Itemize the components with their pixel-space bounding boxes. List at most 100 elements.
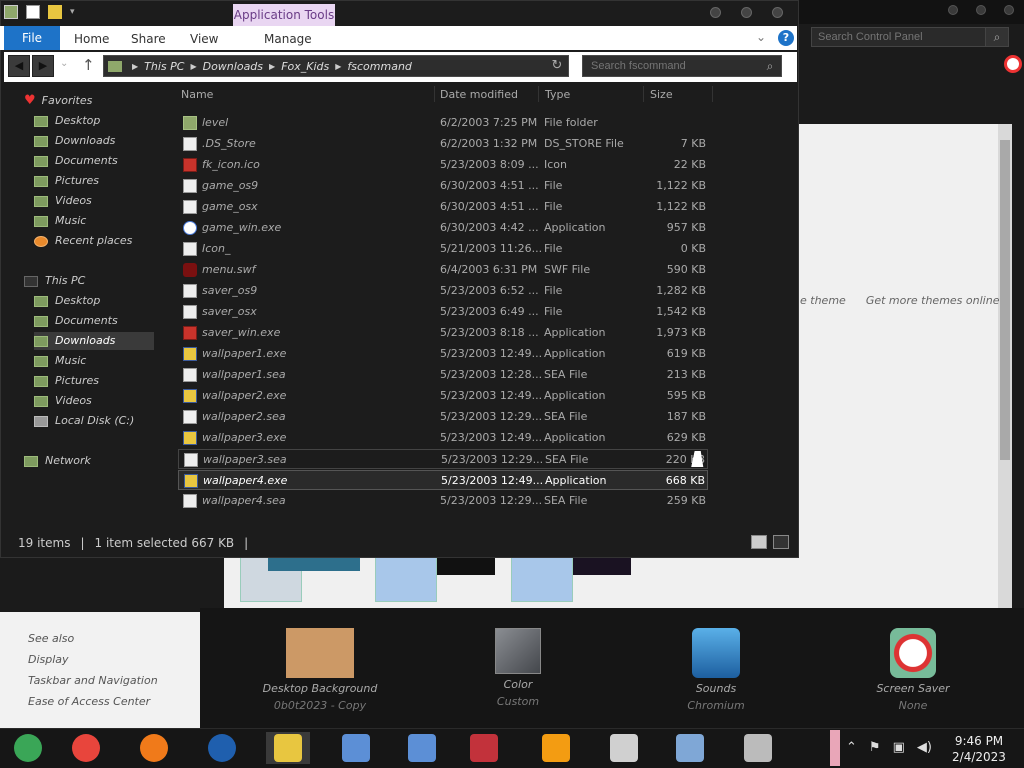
file-row[interactable]: wallpaper4.exe 5/23/2003 12:49... Applicat… — [178, 470, 708, 490]
tab-file[interactable]: File — [4, 26, 60, 50]
taskbar-button[interactable] — [602, 732, 646, 764]
tab-view[interactable]: View — [190, 26, 218, 50]
minimize-icon[interactable] — [710, 7, 721, 18]
chevron-down-icon[interactable]: ▾ — [70, 5, 78, 19]
file-row[interactable]: game_win.exe 6/30/2003 4:42 ... Applicatio… — [178, 218, 708, 238]
taskbar-button[interactable] — [266, 732, 310, 764]
breadcrumb-separator-icon[interactable]: ▶ — [335, 62, 341, 71]
column-header-type[interactable]: Type — [545, 88, 570, 101]
nav-pc-documents[interactable]: Documents — [34, 312, 118, 330]
forward-button[interactable]: ▶ — [32, 55, 54, 77]
nav-network[interactable]: Network — [24, 452, 91, 470]
file-row[interactable]: wallpaper3.sea 5/23/2003 12:29... SEA File… — [178, 449, 708, 469]
file-row[interactable]: level 6/2/2003 7:25 PM File folder — [178, 113, 708, 133]
nav-fav-downloads[interactable]: Downloads — [34, 132, 115, 150]
nav-pc-music[interactable]: Music — [34, 352, 86, 370]
search-icon[interactable]: ⌕ — [758, 56, 782, 76]
file-row[interactable]: Icon_ 5/21/2003 11:26... File 0 KB — [178, 239, 708, 259]
theme-thumbnail[interactable] — [511, 555, 573, 602]
file-row[interactable]: fk_icon.ico 5/23/2003 8:09 ... Icon 22 KB — [178, 155, 708, 175]
theme-thumbnail[interactable] — [375, 555, 437, 602]
file-row[interactable]: wallpaper1.exe 5/23/2003 12:49... Applicat… — [178, 344, 708, 364]
breadcrumb-separator-icon[interactable]: ▶ — [132, 62, 138, 71]
get-more-themes-link[interactable]: Get more themes online — [866, 294, 1000, 307]
taskbar-button[interactable] — [334, 732, 378, 764]
breadcrumb-separator-icon[interactable]: ▶ — [190, 62, 196, 71]
nav-fav-music[interactable]: Music — [34, 212, 86, 230]
nav-pc-local-disk[interactable]: Local Disk (C:) — [34, 412, 134, 430]
file-row[interactable]: menu.swf 6/4/2003 6:31 PM SWF File 590 KB — [178, 260, 708, 280]
nav-fav-desktop[interactable]: Desktop — [34, 112, 100, 130]
taskbar-navigation-link[interactable]: Taskbar and Navigation — [28, 674, 158, 687]
desktop-background-option[interactable]: Desktop Background 0b0t2023 - Copy — [260, 628, 380, 712]
search-icon[interactable]: ⌕ — [985, 27, 1009, 47]
details-view-icon[interactable] — [751, 535, 767, 549]
nav-pc-videos[interactable]: Videos — [34, 392, 92, 410]
close-icon[interactable] — [1004, 5, 1014, 15]
back-button[interactable]: ◀ — [8, 55, 30, 77]
nav-fav-pictures[interactable]: Pictures — [34, 172, 99, 190]
nav-fav-documents[interactable]: Documents — [34, 152, 118, 170]
show-desktop-strip[interactable] — [830, 730, 840, 766]
column-header-date[interactable]: Date modified — [440, 88, 518, 101]
file-row[interactable]: wallpaper3.exe 5/23/2003 12:49... Applicat… — [178, 428, 708, 448]
refresh-icon[interactable]: ↻ — [546, 56, 568, 76]
search-input[interactable] — [582, 55, 782, 77]
large-icons-view-icon[interactable] — [773, 535, 789, 549]
color-option[interactable]: Color Custom — [458, 628, 578, 708]
theme-link[interactable]: e theme — [800, 294, 846, 307]
nav-pc-desktop[interactable]: Desktop — [34, 292, 100, 310]
help-icon[interactable]: ? — [778, 30, 794, 46]
file-row[interactable]: game_os9 6/30/2003 4:51 ... File 1,122 KB — [178, 176, 708, 196]
nav-fav-recent-places[interactable]: Recent places — [34, 232, 132, 250]
up-arrow-icon[interactable]: ↑ — [82, 56, 95, 74]
nav-pc-pictures[interactable]: Pictures — [34, 372, 99, 390]
column-separator[interactable] — [712, 86, 713, 102]
taskbar-button[interactable] — [400, 732, 444, 764]
column-header-name[interactable]: Name — [181, 88, 213, 101]
nav-fav-videos[interactable]: Videos — [34, 192, 92, 210]
scrollbar-thumb[interactable] — [1000, 140, 1010, 460]
properties-icon[interactable] — [26, 5, 40, 19]
screen-saver-option[interactable]: Screen Saver None — [853, 628, 973, 712]
taskbar-button[interactable] — [200, 732, 244, 764]
breadcrumb-fscommand[interactable]: fscommand — [347, 60, 412, 73]
column-separator[interactable] — [538, 86, 539, 102]
tab-home[interactable]: Home — [74, 26, 109, 50]
sounds-option[interactable]: Sounds Chromium — [656, 628, 776, 712]
nav-favorites[interactable]: ♥ Favorites — [24, 92, 92, 110]
address-bar[interactable]: ▶ This PC ▶ Downloads ▶ Fox_Kids ▶ fscom… — [103, 55, 569, 77]
tab-share[interactable]: Share — [131, 26, 166, 50]
maximize-icon[interactable] — [741, 7, 752, 18]
file-row[interactable]: wallpaper1.sea 5/23/2003 12:28... SEA File… — [178, 365, 708, 385]
column-separator[interactable] — [434, 86, 435, 102]
file-row[interactable]: .DS_Store 6/2/2003 1:32 PM DS_STORE File 7 … — [178, 134, 708, 154]
clock[interactable]: 9:46 PM 2/4/2023 — [944, 733, 1014, 765]
ease-of-access-link[interactable]: Ease of Access Center — [28, 695, 150, 708]
maximize-icon[interactable] — [976, 5, 986, 15]
flag-icon[interactable]: ⚑ — [869, 740, 881, 755]
breadcrumb-downloads[interactable]: Downloads — [203, 60, 263, 73]
taskbar-button[interactable] — [132, 732, 176, 764]
file-row[interactable]: game_osx 6/30/2003 4:51 ... File 1,122 KB — [178, 197, 708, 217]
minimize-icon[interactable] — [948, 5, 958, 15]
breadcrumb-this-pc[interactable]: This PC — [144, 60, 184, 73]
taskbar-button[interactable] — [534, 732, 578, 764]
column-header-size[interactable]: Size — [650, 88, 673, 101]
chevron-up-icon[interactable]: ⌃ — [846, 740, 857, 755]
chevron-down-icon[interactable]: ⌄ — [756, 30, 766, 44]
close-icon[interactable] — [772, 7, 783, 18]
breadcrumb-separator-icon[interactable]: ▶ — [269, 62, 275, 71]
volume-icon[interactable]: ◀) — [917, 740, 932, 755]
breadcrumb-fox-kids[interactable]: Fox_Kids — [281, 60, 329, 73]
column-separator[interactable] — [643, 86, 644, 102]
file-row[interactable]: saver_win.exe 5/23/2003 8:18 ... Applicati… — [178, 323, 708, 343]
file-row[interactable]: wallpaper2.exe 5/23/2003 12:49... Applicat… — [178, 386, 708, 406]
taskbar-button[interactable] — [668, 732, 712, 764]
file-row[interactable]: wallpaper4.sea 5/23/2003 12:29... SEA File… — [178, 491, 708, 511]
recent-locations-icon[interactable]: ⌄ — [60, 58, 68, 69]
file-row[interactable]: saver_os9 5/23/2003 6:52 ... File 1,282 KB — [178, 281, 708, 301]
new-folder-icon[interactable] — [48, 5, 62, 19]
file-row[interactable]: saver_osx 5/23/2003 6:49 ... File 1,542 KB — [178, 302, 708, 322]
tab-manage[interactable]: Manage — [264, 26, 312, 50]
